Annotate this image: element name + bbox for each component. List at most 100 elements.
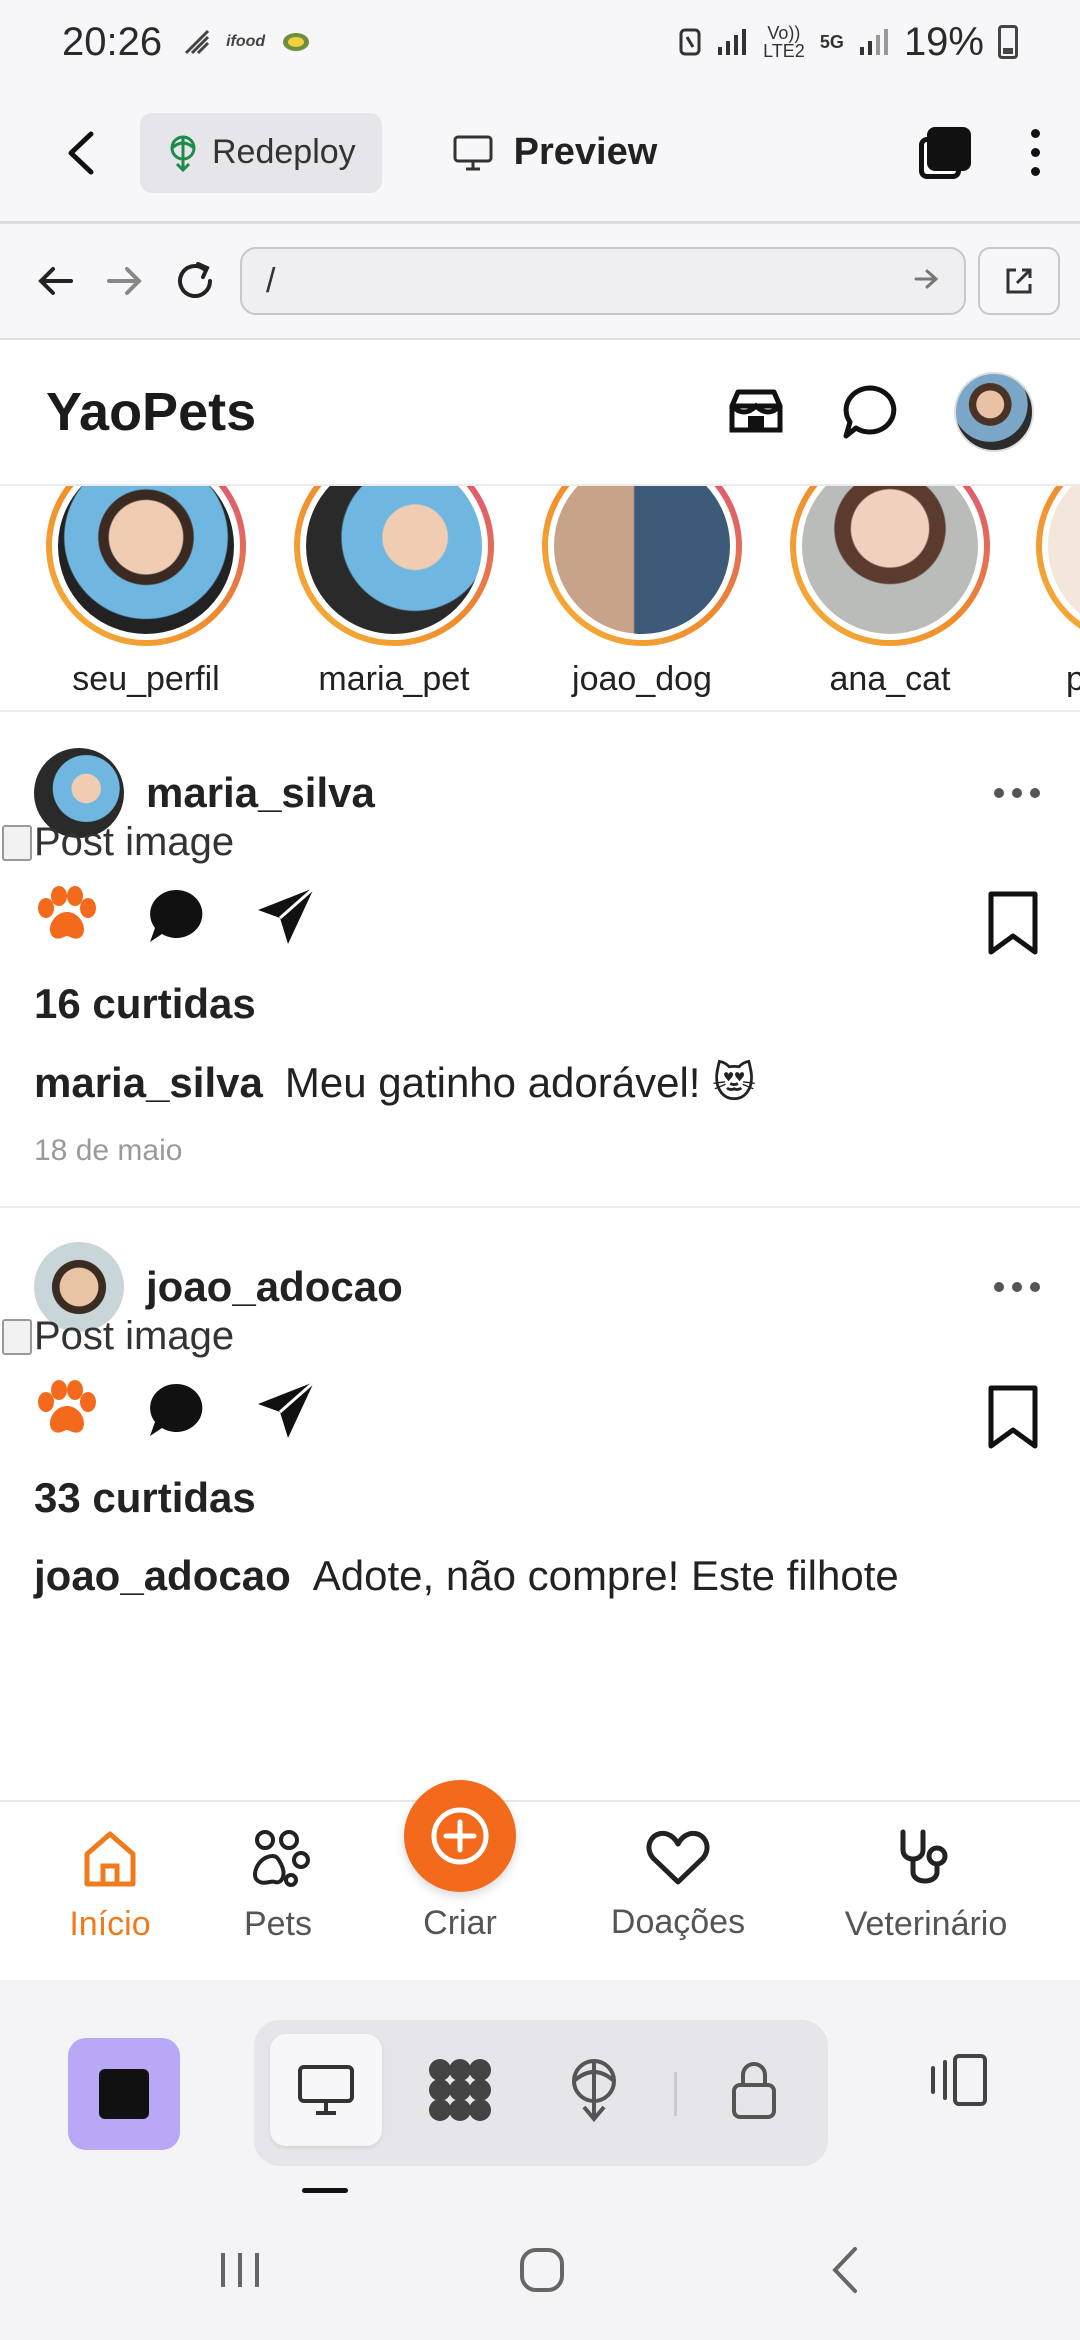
post-options-button[interactable] (994, 1282, 1040, 1292)
stop-icon (99, 2069, 149, 2119)
post-username[interactable]: joao_adocao (146, 1263, 403, 1311)
battery-icon (998, 25, 1018, 59)
recents-button[interactable] (210, 2240, 270, 2300)
ifood-icon: ifood (226, 33, 266, 50)
battery-percent: 19% (903, 19, 984, 64)
post-image[interactable]: Post image (2, 820, 234, 865)
deploy-icon (572, 2059, 616, 2123)
deploy-icon (170, 135, 196, 172)
status-notification-icons: ifood (184, 29, 311, 55)
comment-icon[interactable] (146, 1380, 208, 1440)
paw-outline-icon (253, 1830, 310, 1887)
grid-blob-icon (429, 2059, 491, 2121)
stop-button[interactable] (68, 2038, 180, 2150)
view-canvas-button[interactable] (404, 2034, 516, 2146)
tabs-button[interactable] (919, 126, 971, 179)
post-date: 18 de maio (34, 1134, 183, 1167)
home-circle-icon (520, 2248, 564, 2292)
redeploy-button[interactable]: Redeploy (140, 112, 382, 193)
home-button[interactable] (512, 2240, 572, 2300)
reload-button[interactable] (160, 246, 230, 316)
stories-row: seu_perfil maria_pet joao_dog ana_cat p (0, 446, 1080, 712)
view-secrets-button[interactable] (698, 2034, 810, 2146)
paw-like-icon[interactable] (34, 886, 100, 946)
url-bar[interactable]: / (240, 247, 966, 315)
caption-text: Meu gatinho adorável! 😻 (284, 1059, 756, 1106)
chat-icon[interactable] (840, 382, 900, 442)
paw-like-icon[interactable] (34, 1380, 100, 1440)
view-preview-button[interactable] (270, 2034, 382, 2146)
home-icon (84, 1831, 136, 1887)
status-right: Vo)) LTE2 5G 19% (678, 20, 1018, 65)
split-view-button[interactable] (918, 2040, 998, 2120)
heart-icon (646, 1830, 710, 1885)
go-arrow-icon[interactable] (914, 264, 940, 298)
segment-separator (674, 2072, 677, 2116)
comment-icon[interactable] (146, 886, 208, 946)
monitor-icon (298, 2065, 354, 2115)
post-options-button[interactable] (994, 788, 1040, 798)
status-bar: 20:26 ifood Vo)) LTE2 5G 19% (0, 0, 1080, 84)
arrow-right-icon (107, 267, 142, 295)
bookmark-icon[interactable] (986, 890, 1040, 956)
share-icon[interactable] (254, 1378, 318, 1442)
system-back-button[interactable] (814, 2240, 874, 2300)
site-header: YaoPets (0, 340, 1080, 486)
post-image[interactable]: Post image (2, 1314, 234, 1359)
redeploy-label: Redeploy (212, 133, 356, 171)
preview-tab[interactable]: Preview (452, 131, 657, 174)
system-nav-bar (0, 2200, 1080, 2340)
broken-image-icon (2, 824, 32, 861)
nav-item-doacoes[interactable]: Doações (578, 1828, 778, 1942)
share-icon[interactable] (254, 884, 318, 948)
nfc-icon (679, 28, 701, 56)
nav-item-veterinario[interactable]: Veterinário (826, 1828, 1026, 1944)
open-external-button[interactable] (978, 247, 1060, 315)
site-logo[interactable]: YaoPets (46, 381, 256, 443)
volte-label: Vo)) LTE2 (763, 23, 805, 61)
nav-item-pets[interactable]: Pets (178, 1828, 378, 1944)
browser-nav-bar: / (0, 224, 1080, 340)
post-username[interactable]: maria_silva (146, 769, 375, 817)
post-caption: joao_adocao Adote, não compre! Este filho… (34, 1552, 899, 1600)
shop-icon[interactable] (726, 386, 786, 438)
caption-text: Adote, não compre! Este filhote (312, 1552, 899, 1599)
browser-back-button[interactable] (20, 246, 90, 316)
story-label: seu_perfil (72, 660, 220, 698)
dev-toolbar (0, 1980, 1080, 2200)
browser-forward-button[interactable] (90, 246, 160, 316)
nav-label-criar[interactable]: Criar (360, 1904, 560, 1943)
view-deploy-button[interactable] (538, 2034, 650, 2146)
signal-wave-icon (185, 29, 210, 55)
monitor-icon (453, 135, 493, 170)
profile-avatar[interactable] (954, 372, 1034, 452)
app-badge-icon (283, 33, 310, 51)
app-bar: Redeploy Preview (0, 84, 1080, 224)
caption-username[interactable]: joao_adocao (34, 1552, 291, 1599)
create-fab-button[interactable] (404, 1780, 516, 1892)
web-content: YaoPets seu_perfil maria_pet joao_dog an… (0, 340, 1080, 1800)
more-menu-button[interactable] (1031, 129, 1040, 176)
likes-count[interactable]: 33 curtidas (34, 1474, 256, 1522)
back-button[interactable] (40, 113, 120, 193)
stethoscope-icon (900, 1829, 948, 1884)
selected-indicator (302, 2188, 348, 2193)
lock-icon (732, 2062, 776, 2119)
likes-count[interactable]: 16 curtidas (34, 980, 256, 1028)
caption-username[interactable]: maria_silva (34, 1059, 263, 1106)
signal-icon-2 (859, 29, 888, 55)
bottom-nav: Início Pets Criar Doações Veterinário (0, 1780, 1080, 1980)
plus-circle-icon (431, 1807, 489, 1865)
chevron-left-icon (68, 131, 94, 174)
nav-label: Veterinário (844, 1905, 1008, 1943)
status-time: 20:26 (62, 19, 163, 64)
bookmark-icon[interactable] (986, 1384, 1040, 1450)
reload-icon (178, 262, 212, 298)
recents-icon (221, 2253, 259, 2287)
post-caption: maria_silva Meu gatinho adorável! 😻 (34, 1058, 756, 1107)
post-image-alt: Post image (34, 820, 235, 864)
split-view-icon (931, 2054, 987, 2106)
post-image-alt: Post image (34, 1314, 235, 1358)
network-label: 5G (819, 32, 844, 52)
url-text: / (266, 261, 276, 300)
